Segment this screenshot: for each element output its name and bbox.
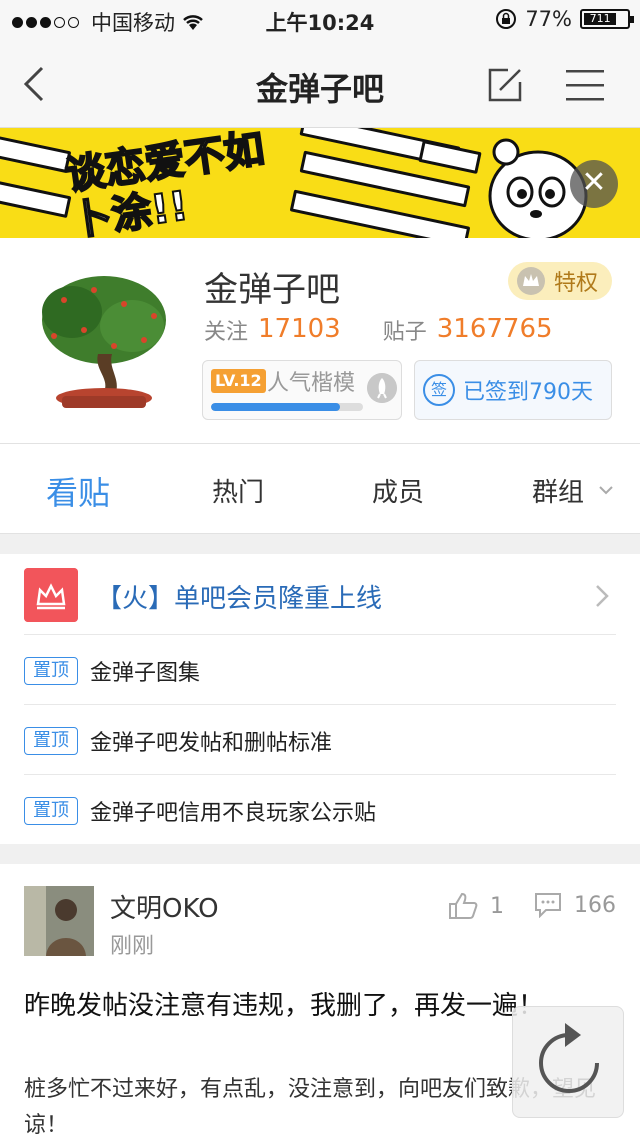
pinned-thread-title: 金弹子图集	[90, 661, 201, 686]
refresh-icon	[539, 1023, 599, 1093]
member-crown-icon	[24, 568, 78, 622]
like-count: 1	[490, 893, 504, 919]
level-box[interactable]: LV.12 人气楷模	[202, 360, 402, 420]
follow-count: 17103	[258, 314, 341, 344]
forum-name: 金弹子吧	[204, 270, 340, 310]
promo-text: 【火】单吧会员隆重上线	[96, 584, 383, 614]
author-name[interactable]: 文明OKO	[110, 888, 219, 925]
forum-avatar	[24, 260, 184, 420]
privilege-badge[interactable]: 特权	[508, 262, 612, 300]
rotation-lock-icon	[496, 9, 517, 29]
menu-icon[interactable]	[566, 68, 604, 102]
pinned-section: 【火】单吧会员隆重上线 置顶 金弹子图集 置顶 金弹子吧发帖和删帖标准 置顶 金…	[0, 554, 640, 844]
posts-count: 3167765	[436, 314, 553, 344]
tab-members[interactable]: 成员	[372, 472, 424, 509]
close-banner-button[interactable]: ✕	[570, 160, 618, 208]
pinned-thread[interactable]: 置顶 金弹子吧信用不良玩家公示贴	[24, 774, 616, 844]
promo-row[interactable]: 【火】单吧会员隆重上线	[0, 554, 640, 634]
reply-count: 166	[574, 892, 616, 918]
tab-view-posts[interactable]: 看贴	[46, 468, 110, 514]
post-time: 刚刚	[110, 934, 155, 959]
compose-icon[interactable]	[486, 66, 524, 104]
tab-groups[interactable]: 群组	[532, 472, 584, 509]
tab-hot[interactable]: 热门	[212, 472, 264, 509]
rocket-icon	[367, 373, 397, 403]
thumbs-up-icon	[449, 892, 478, 919]
sign-in-status: 已签到790天	[463, 380, 593, 405]
forum-tabs: 看贴 热门 成员 群组	[0, 444, 640, 534]
pinned-tag: 置顶	[24, 727, 78, 755]
comment-icon	[535, 893, 561, 918]
reply-button[interactable]: 166	[534, 892, 616, 918]
battery-icon: 711	[580, 9, 634, 29]
forum-info-card: 金弹子吧 特权 关注 17103 贴子 3167765 LV.12 人气楷模 签…	[0, 238, 640, 444]
level-badge: LV.12	[211, 369, 266, 393]
chevron-right-icon	[596, 585, 609, 607]
like-button[interactable]: 1	[448, 892, 504, 920]
forum-stats: 关注 17103 贴子 3167765	[204, 314, 553, 346]
pencil-decoration	[418, 140, 482, 174]
pinned-thread-title: 金弹子吧信用不良玩家公示贴	[90, 801, 377, 826]
banner-slogan: 谈恋爱不如卜涂!!	[62, 128, 268, 238]
navigation-bar: 金弹子吧	[0, 40, 640, 128]
follow-label: 关注	[204, 320, 249, 345]
pinned-tag: 置顶	[24, 657, 78, 685]
banner-ad[interactable]: 谈恋爱不如卜涂!!	[0, 128, 640, 238]
level-name: 人气楷模	[267, 371, 356, 396]
tab-groups-label: 群组	[532, 478, 585, 508]
level-progress-fill	[211, 403, 341, 411]
posts-label: 贴子	[382, 320, 427, 345]
pinned-thread-title: 金弹子吧发帖和删帖标准	[90, 731, 333, 756]
crown-icon	[517, 267, 545, 295]
status-bar: 中国移动 上午10:24 77% 711	[0, 0, 640, 40]
battery-percent: 77%	[525, 7, 572, 31]
pencil-decoration	[0, 179, 72, 219]
status-right: 77% 711	[495, 7, 634, 31]
sign-in-button[interactable]: 签 已签到790天	[414, 360, 612, 420]
pinned-thread[interactable]: 置顶 金弹子图集	[24, 634, 616, 704]
refresh-button[interactable]	[512, 1006, 624, 1118]
pencil-decoration	[0, 132, 72, 174]
pinned-tag: 置顶	[24, 797, 78, 825]
page-title: 金弹子吧	[255, 70, 384, 108]
sign-in-icon: 签	[423, 374, 455, 406]
chevron-down-icon[interactable]	[598, 484, 614, 496]
user-avatar[interactable]	[24, 886, 94, 956]
level-progress-bar	[211, 403, 363, 411]
pinned-thread[interactable]: 置顶 金弹子吧发帖和删帖标准	[24, 704, 616, 774]
privilege-label: 特权	[554, 271, 599, 296]
